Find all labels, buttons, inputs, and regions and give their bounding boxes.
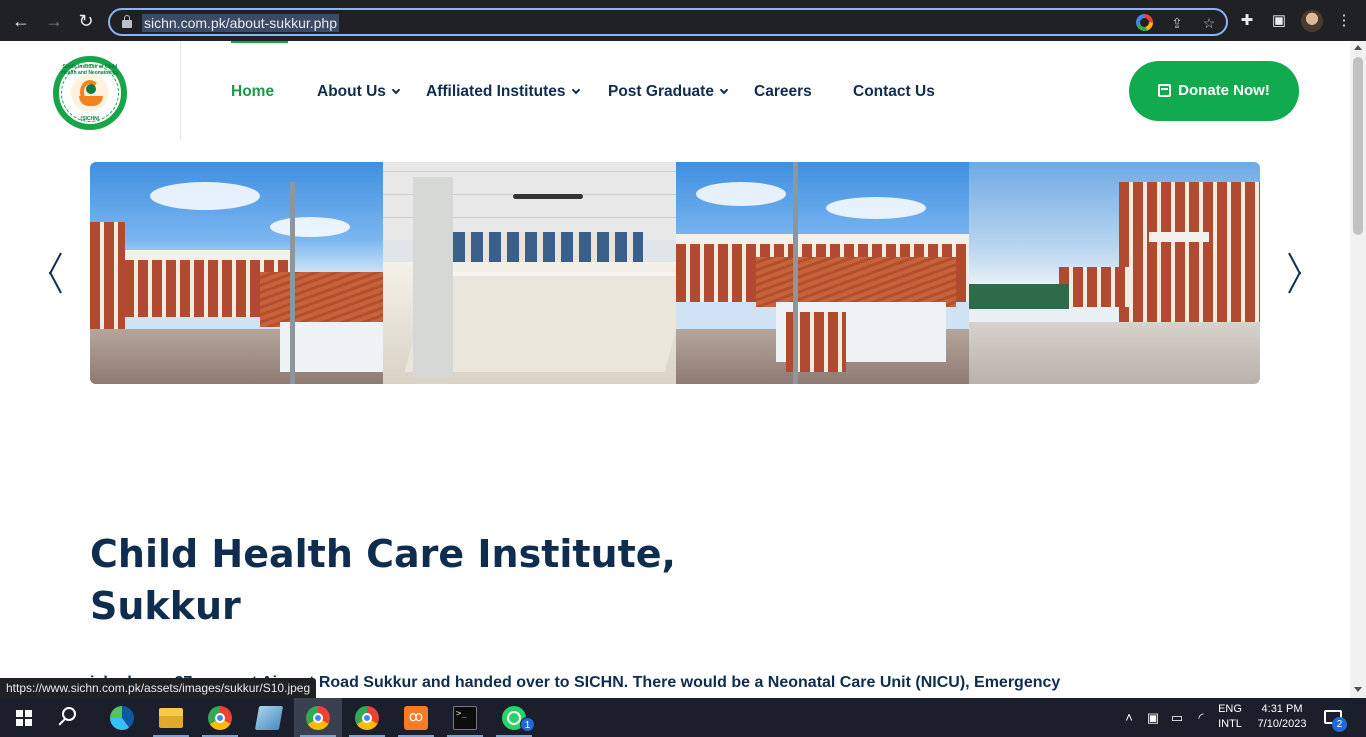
taskbar-search-button[interactable] (48, 698, 96, 737)
xampp-icon (404, 706, 428, 730)
chevron-down-icon (719, 85, 729, 95)
taskbar-chrome[interactable] (196, 698, 244, 737)
logo-text: Sindh Institute of Child Health and Neon… (61, 64, 119, 76)
clock-date: 7/10/2023 (1257, 718, 1307, 730)
image-slider (90, 162, 1260, 384)
taskbar-notes[interactable] (245, 698, 293, 737)
scrollbar-thumb[interactable] (1353, 57, 1363, 235)
link-status-bar: https://www.sichn.com.pk/assets/images/s… (0, 678, 317, 698)
windows-logo-icon (16, 710, 32, 726)
nav-home-label: Home (231, 83, 275, 100)
slide-image-2[interactable] (383, 162, 676, 384)
nav-about-us[interactable]: About Us (317, 81, 401, 103)
tray-chevron-up-icon[interactable]: ˄ (1121, 710, 1137, 726)
scroll-up-arrow-icon[interactable] (1354, 45, 1362, 50)
nav-about-us-label: About Us (317, 83, 386, 100)
start-button[interactable] (0, 698, 48, 737)
taskbar-chrome-active[interactable] (294, 698, 342, 737)
bookmark-star-icon[interactable]: ☆ (1200, 14, 1218, 32)
lock-icon[interactable] (122, 15, 132, 29)
forward-arrow-icon[interactable]: → (43, 10, 65, 32)
folder-icon (159, 708, 183, 728)
battery-icon[interactable]: ▭ (1169, 710, 1185, 726)
donate-button[interactable]: Donate Now! (1129, 61, 1299, 121)
back-arrow-icon[interactable]: ← (10, 10, 32, 32)
scroll-down-arrow-icon[interactable] (1354, 687, 1362, 692)
language-line-2: INTL (1218, 718, 1242, 730)
language-line-1: ENG (1218, 703, 1242, 715)
nav-home[interactable]: Home (231, 81, 274, 103)
clock[interactable]: 4:31 PM 7/10/2023 (1251, 702, 1313, 732)
taskbar-chrome-profile[interactable] (343, 698, 391, 737)
webpage: Sindh Institute of Child Health and Neon… (0, 41, 1350, 698)
terminal-icon (453, 706, 477, 730)
chrome-icon (306, 706, 330, 730)
nav-affiliated-institutes[interactable]: Affiliated Institutes (426, 81, 580, 103)
edge-icon (110, 706, 134, 730)
address-bar[interactable]: sichn.com.pk/about-sukkur.php ⇪ ☆ (108, 8, 1228, 36)
chrome-icon (208, 706, 232, 730)
taskbar-xampp[interactable] (392, 698, 440, 737)
slide-image-4[interactable] (969, 162, 1260, 384)
search-icon (62, 707, 76, 721)
nav-careers[interactable]: Careers (754, 81, 812, 103)
reload-icon[interactable]: ↻ (75, 10, 97, 32)
page-title-line-1: Child Health Care Institute, (90, 532, 676, 576)
nav-post-graduate[interactable]: Post Graduate (608, 81, 729, 103)
notification-badge: 2 (1332, 717, 1347, 732)
taskbar-whatsapp[interactable]: 1 (490, 698, 538, 737)
sichn-logo[interactable]: Sindh Institute of Child Health and Neon… (53, 56, 127, 130)
chevron-down-icon (571, 85, 580, 95)
windows-taskbar: 1 ˄ ▣ ▭ ◜ ENG INTL 4:31 PM 7/10/2023 2 (0, 698, 1366, 737)
nav-contact-us-label: Contact Us (853, 83, 935, 100)
share-icon[interactable]: ⇪ (1168, 14, 1186, 32)
donate-label: Donate Now! (1178, 82, 1270, 99)
nav-contact-us[interactable]: Contact Us (853, 81, 935, 103)
chevron-down-icon (391, 85, 401, 95)
page-scrollbar[interactable] (1350, 41, 1366, 698)
tray-app-icon[interactable]: ▣ (1145, 710, 1161, 726)
nav-affiliated-label: Affiliated Institutes (426, 83, 566, 100)
clock-time: 4:31 PM (1261, 703, 1303, 715)
calendar-icon (1158, 84, 1172, 97)
nav-careers-label: Careers (754, 83, 812, 100)
nav-post-graduate-label: Post Graduate (608, 83, 714, 100)
chrome-icon (355, 706, 379, 730)
browser-toolbar: ← → ↻ sichn.com.pk/about-sukkur.php ⇪ ☆ … (0, 0, 1366, 41)
notes-icon (254, 706, 284, 730)
google-lens-icon[interactable] (1136, 14, 1153, 31)
header-divider (180, 41, 181, 141)
wifi-icon[interactable]: ◜ (1193, 710, 1209, 726)
logo-abbr: (SICHN) (80, 116, 100, 122)
whatsapp-badge: 1 (520, 717, 535, 732)
active-nav-indicator (231, 41, 288, 43)
taskbar-file-explorer[interactable] (147, 698, 195, 737)
taskbar-terminal[interactable] (441, 698, 489, 737)
side-panel-icon[interactable]: ▣ (1269, 11, 1289, 31)
taskbar-edge[interactable] (98, 698, 146, 737)
page-title: Child Health Care Institute, Sukkur (90, 528, 690, 632)
slide-image-3[interactable] (676, 162, 969, 384)
page-title-line-2: Sukkur (90, 584, 241, 628)
address-url[interactable]: sichn.com.pk/about-sukkur.php (142, 14, 339, 32)
menu-kebab-icon[interactable]: ⋮ (1334, 11, 1354, 31)
language-indicator[interactable]: ENG INTL (1213, 702, 1247, 732)
slider-prev-arrow-icon[interactable] (48, 252, 70, 294)
extensions-puzzle-icon[interactable]: ✚ (1237, 11, 1257, 31)
slide-image-1[interactable] (90, 162, 383, 384)
profile-avatar[interactable] (1301, 10, 1323, 32)
slider-next-arrow-icon[interactable] (1280, 252, 1302, 294)
